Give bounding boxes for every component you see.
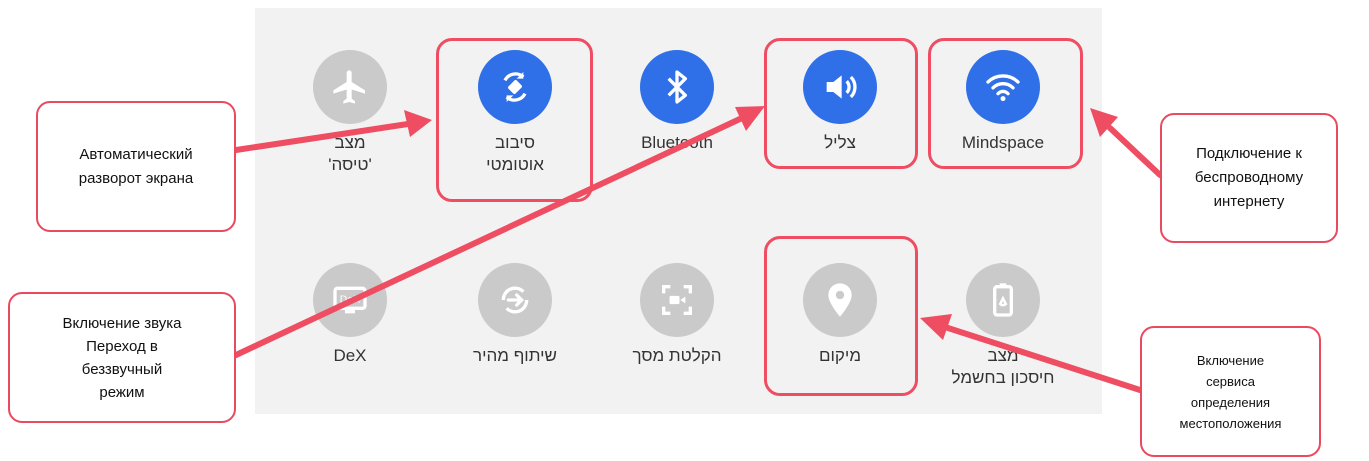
wifi-callout: Подключение к беспроводному интернету bbox=[1160, 113, 1338, 243]
sound-callout: Включение звука Переход в беззвучный реж… bbox=[8, 292, 236, 423]
auto-rotate-callout: Автоматический разворот экрана bbox=[36, 101, 236, 232]
location-callout: Включение сервиса определения местополож… bbox=[1140, 326, 1321, 457]
